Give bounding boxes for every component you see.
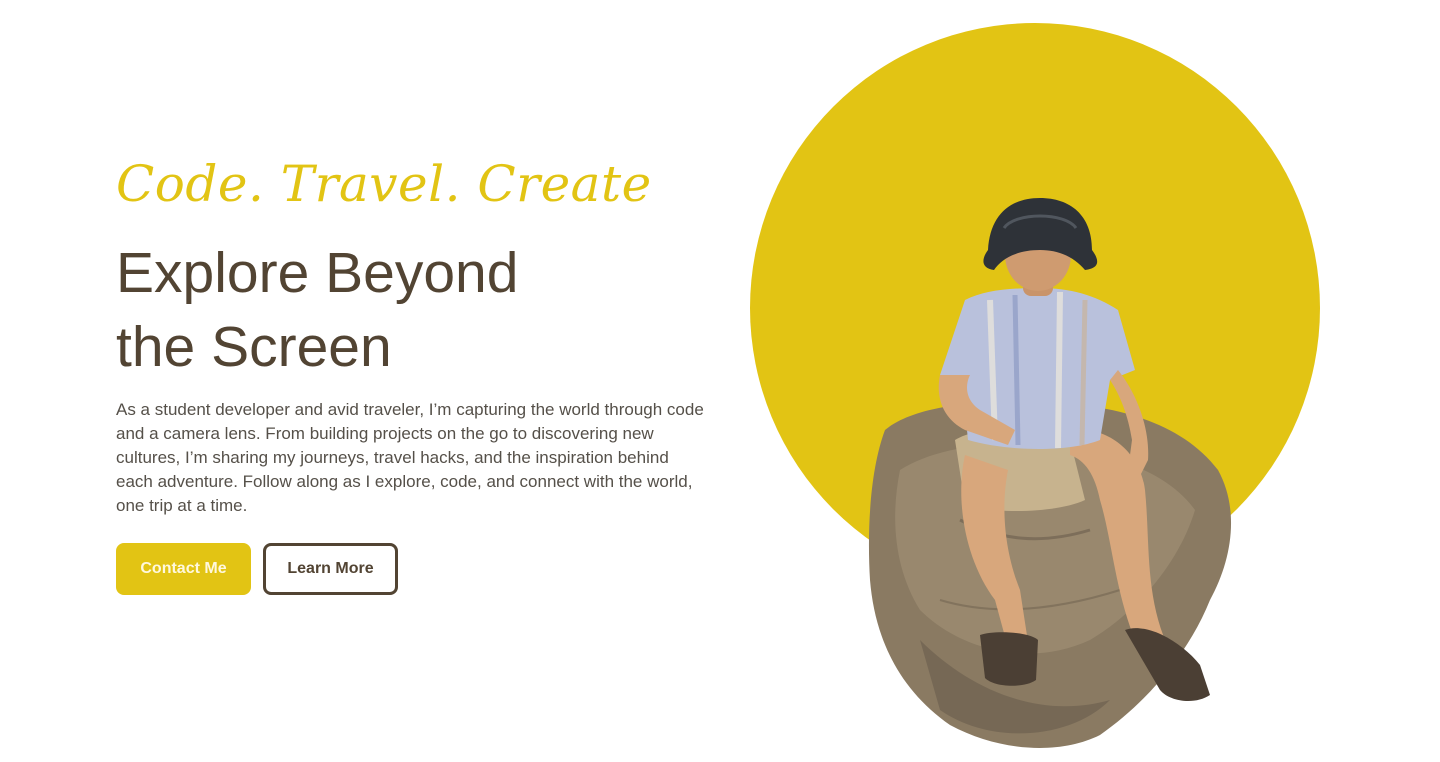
hero-headline: Explore Beyond the Screen — [116, 236, 716, 384]
hero-headline-line-1: Explore Beyond — [116, 241, 519, 305]
contact-me-button[interactable]: Contact Me — [116, 543, 251, 595]
hero-button-row: Contact Me Learn More — [116, 543, 716, 595]
hero-tagline: Code. Travel. Create — [116, 155, 652, 213]
hero-section: Code. Travel. Create Explore Beyond the … — [0, 0, 1440, 762]
hero-visual — [740, 0, 1340, 762]
hero-text-block: Code. Travel. Create Explore Beyond the … — [116, 150, 716, 595]
hero-description: As a student developer and avid traveler… — [116, 400, 704, 515]
hero-illustration — [750, 23, 1320, 748]
learn-more-button[interactable]: Learn More — [263, 543, 398, 595]
hero-headline-line-2: the Screen — [116, 315, 392, 379]
